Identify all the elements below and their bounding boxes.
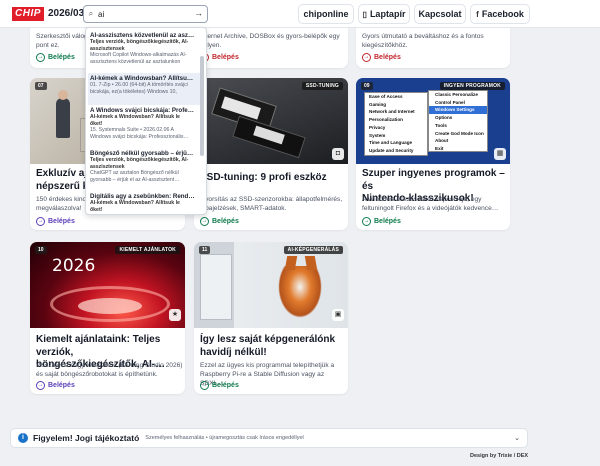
search-input[interactable] [98,9,186,19]
search-box[interactable]: ⌕ → [83,5,208,23]
nav-kapcsolat-label: Kapcsolat [418,9,462,19]
arrow-right-icon: → [362,217,371,226]
card-ai-kepgeneralas[interactable]: 11 AI-KÉPGENERÁLÁS ▣ Így lesz saját képg… [194,242,348,394]
card-title: Így lesz saját képgenerálónk havidíj nélk… [200,334,336,358]
dropdown-scrollbar[interactable] [200,56,204,156]
nav-kapcsolat[interactable]: Kapcsolat [414,4,466,24]
suggestion-item-active[interactable]: AI-kémek a Windowsban? Állítsu… 01. 7-Zi… [88,73,200,105]
chip-logo[interactable]: CHIP [12,6,44,21]
card-ingyenes-programok[interactable]: Ease of Access Gaming Network and Internet… [356,78,510,230]
card-image [194,242,348,328]
camera-icon: ◘ [332,148,344,160]
arrow-right-icon: → [200,381,209,390]
facebook-icon: f [476,9,479,19]
suggestion-item[interactable]: AI-asszisztens közvetlenül az asz… Telje… [90,32,198,65]
card-category-badge: INGYEN PROGRAMOK [439,82,505,90]
windows-context-submenu: Classic Personalize Control Panel Windows … [428,90,488,152]
card-title: SSD-tuning: 9 profi eszköz [200,172,327,183]
suggestion-item[interactable]: Böngésző nélkül gyorsabb – érjü… Teljes … [90,150,198,183]
star-icon: ★ [169,309,181,321]
card-description: A Windows összes titkos kapcsolója, egy f… [362,196,499,212]
arrow-right-icon: → [36,53,45,62]
card-enter-link[interactable]: →Belépés [362,217,401,226]
card-description: Gyorsítás az SSD-szenzorokba: állapotfel… [200,196,343,212]
card-description: Gyors útmutató a beváltáshoz és a fontos… [362,33,484,49]
card-category-badge: AI-KÉPGENERÁLÁS [283,246,343,254]
tablet-icon: ▯ [362,9,367,19]
nav-laptapir-label: Laptapír [369,9,406,19]
arrow-right-icon: → [362,53,371,62]
nav-chiponline-label: chiponline [303,9,349,19]
card-description: Visszatér a nagy klasszikus (Burning Stu… [36,362,183,378]
legal-notice-bar[interactable]: i Figyelem! Jogi tájékoztató Személyes f… [10,428,528,448]
card-number-badge: 07 [35,82,47,90]
card-number-badge: 09 [361,82,373,90]
nav-facebook-label: Facebook [481,9,524,19]
card-image: Ease of Access Gaming Network and Internet… [356,78,510,164]
card-ssd-tuning[interactable]: SSD-TUNING ◘ SSD-tuning: 9 profi eszköz … [194,78,348,230]
card-enter-link[interactable]: →Belépés [200,381,239,390]
card-enter-link[interactable]: →Belépés [200,217,239,226]
search-suggestions-dropdown: AI-asszisztens közvetlenül az asz… Telje… [85,27,207,215]
arrow-right-icon: → [36,381,45,390]
issue-label: 2026/03 [48,8,85,19]
legal-notice-subtitle: Személyes felhasználás • újramegosztás c… [145,435,304,441]
card-category-badge: KIEMELT AJÁNLATOK [115,246,180,254]
nav-chiponline[interactable]: chiponline [298,4,354,24]
card-kiemelt-ajanlatok[interactable]: 2026 10 KIEMELT AJÁNLATOK ★ Kiemelt aján… [30,242,185,394]
card-category-badge: SSD-TUNING [301,82,343,90]
nav-facebook[interactable]: f Facebook [470,4,530,24]
image-icon: ▣ [332,309,344,321]
image-year-text: 2026 [52,256,96,276]
card-image [194,78,348,164]
card-enter-link[interactable]: →Belépés [36,217,75,226]
info-icon: i [18,433,28,443]
card-enter-link[interactable]: →Belépés [36,381,75,390]
card-image: 2026 [30,242,185,328]
search-submit-arrow-icon[interactable]: → [194,8,203,18]
windows-settings-menu: Ease of Access Gaming Network and Internet… [364,92,428,156]
arrow-right-icon: → [200,217,209,226]
top-bar: CHIP 2026/03 ⌕ → chiponline ▯Laptapír Ka… [0,0,600,28]
card-number-badge: 10 [35,246,47,254]
card-enter-link[interactable]: →Belépés [362,53,401,62]
suggestion-item[interactable]: A Windows svájci bicskája: Profe… AI-kém… [90,107,198,140]
nav-laptapir[interactable]: ▯ Laptapír [358,4,410,24]
search-icon: ⌕ [88,9,94,18]
legal-notice-title: Figyelem! Jogi tájékoztató [33,433,140,443]
arrow-right-icon: → [36,217,45,226]
card-description: Internet Archive, DOSBox és gyors-belépő… [200,33,340,49]
design-credit: Design by Trixie / DEX [470,453,529,459]
suggestion-item[interactable]: Digitális agy a zsebünkben: Rend… AI-kém… [90,193,198,213]
card-enter-link[interactable]: →Belépés [36,53,75,62]
chevron-down-icon[interactable]: ⌄ [514,434,520,442]
card-number-badge: 11 [199,246,211,254]
grid-icon: ▦ [494,148,506,160]
